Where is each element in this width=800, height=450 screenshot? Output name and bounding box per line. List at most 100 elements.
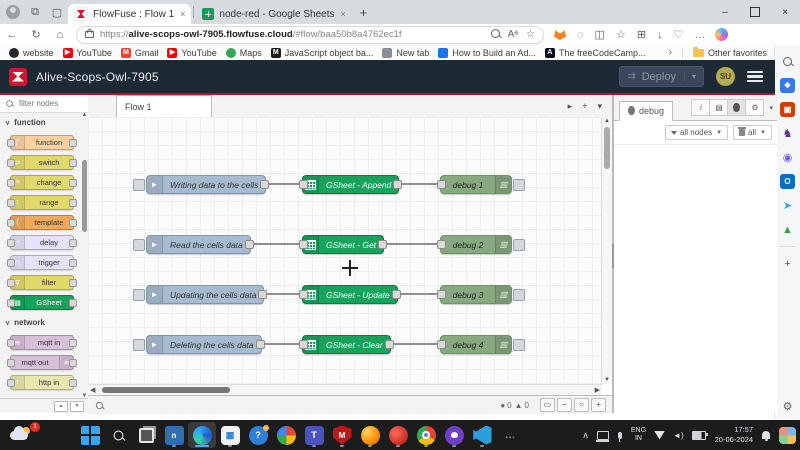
debug-clear-button[interactable]: all ▼ [733, 125, 772, 140]
palette-node-mqtt-in[interactable]: ≋mqtt in [10, 335, 74, 350]
toolbox-icon[interactable]: ▣ [780, 102, 795, 117]
scroll-up-icon[interactable]: ▲ [81, 112, 88, 118]
address-bar[interactable]: https://alive-scops-owl-7905.flowfuse.cl… [76, 26, 544, 44]
info-tab-icon[interactable]: i [691, 99, 710, 116]
designer-icon[interactable]: ◉ [780, 150, 795, 165]
volume-icon[interactable]: ◄) [673, 431, 684, 440]
tab-flowfuse[interactable]: FlowFuse : Flow 1 × [68, 4, 191, 24]
downloads-icon[interactable]: ↓ [657, 29, 663, 41]
scroll-right-icon[interactable]: ▶ [595, 386, 600, 394]
workspaces-icon[interactable]: ⧉ [24, 6, 46, 19]
palette-node-trigger[interactable]: ⊓trigger [10, 255, 74, 270]
output-port[interactable] [378, 240, 387, 249]
new-tab-button[interactable]: + [360, 5, 368, 20]
refresh-icon[interactable]: ↻ [24, 28, 48, 41]
minimize-button[interactable]: – [710, 0, 740, 24]
output-port[interactable] [260, 180, 269, 189]
palette-scrollbar[interactable]: ▲ ▼ [81, 112, 88, 399]
metamask-icon[interactable] [554, 29, 566, 40]
gsheet-node[interactable]: GSheet - Get [302, 235, 384, 254]
output-port[interactable] [258, 290, 267, 299]
input-port[interactable] [437, 180, 446, 189]
taskbar-start-icon[interactable] [76, 422, 104, 448]
inject-node[interactable]: ►Read the cells data [146, 235, 251, 254]
clock[interactable]: 17:5720-06-2024 [715, 425, 753, 445]
gsheet-node[interactable]: GSheet - Append [302, 175, 399, 194]
inject-node[interactable]: ►Deleting the cells data [146, 335, 262, 354]
shopping-icon[interactable]: ❖ [780, 78, 795, 93]
search-flows-icon[interactable] [96, 401, 103, 408]
output-port[interactable] [256, 340, 265, 349]
browser-profile-icon[interactable] [6, 5, 20, 19]
scroll-down-icon[interactable]: ▼ [602, 377, 612, 383]
language-indicator[interactable]: ENGIN [631, 427, 646, 443]
browser-essentials-icon[interactable]: ♡ [674, 28, 684, 41]
debug-toggle-button[interactable] [513, 239, 525, 251]
input-port[interactable] [299, 340, 308, 349]
debug-node[interactable]: debug 2▥ [440, 235, 512, 254]
debug-tab-icon[interactable] [727, 99, 746, 116]
user-avatar[interactable]: SU [716, 67, 735, 86]
gsheet-node[interactable]: GSheet - Clear [302, 335, 391, 354]
bookmark-item[interactable]: MGmail [121, 48, 159, 58]
deploy-button[interactable]: ⇉ Deploy ▾ [619, 66, 704, 87]
restore-button[interactable] [740, 0, 770, 24]
inject-button[interactable] [133, 289, 145, 301]
other-favorites[interactable]: Other favorites [682, 48, 767, 58]
main-menu-icon[interactable] [747, 68, 763, 85]
device-icon[interactable] [597, 431, 609, 440]
palette-node-range[interactable]: ↕range [10, 195, 74, 210]
input-port[interactable] [299, 290, 308, 299]
debug-node[interactable]: debug 4▥ [440, 335, 512, 354]
sidebar-resize-handle[interactable] [612, 243, 614, 269]
wifi-icon[interactable] [654, 431, 665, 440]
deploy-caret-icon[interactable]: ▾ [684, 72, 696, 81]
palette-category-function[interactable]: ∨function [0, 115, 88, 130]
debug-filter-button[interactable]: all nodes ▼ [665, 125, 728, 140]
taskbar-firefox-icon[interactable] [356, 422, 384, 448]
bookmark-item[interactable]: ▶YouTube [63, 48, 112, 58]
output-port[interactable] [393, 180, 402, 189]
taskbar-more-icon[interactable]: … [496, 422, 524, 448]
debug-toggle-button[interactable] [513, 289, 525, 301]
tab-close-icon[interactable]: × [340, 9, 345, 19]
lock-icon[interactable] [85, 31, 94, 38]
debug-node[interactable]: debug 1▥ [440, 175, 512, 194]
sidebar-menu-caret-icon[interactable]: ▾ [769, 104, 773, 112]
games-icon[interactable]: ♞ [780, 126, 795, 141]
inject-node[interactable]: ►Updating the cells data [146, 285, 264, 304]
debug-node[interactable]: debug 3▥ [440, 285, 512, 304]
palette-category-network[interactable]: ∨network [0, 315, 88, 330]
palette-node-http-in[interactable]: ↕http in [10, 375, 74, 390]
bookmark-item[interactable]: MJavaScript object ba... [271, 48, 374, 58]
palette-node-switch[interactable]: ⇄switch [10, 155, 74, 170]
copilot-icon[interactable] [715, 28, 728, 41]
input-port[interactable] [437, 240, 446, 249]
input-port[interactable] [437, 290, 446, 299]
input-port[interactable] [299, 180, 308, 189]
inject-button[interactable] [133, 339, 145, 351]
expand-categories-button[interactable]: ▼ [70, 401, 84, 412]
flow-tab[interactable]: Flow 1 [116, 95, 212, 117]
zoom-in-button[interactable]: + [591, 398, 606, 412]
config-tab-icon[interactable]: ⚙ [745, 99, 764, 116]
add-flow-button[interactable]: + [582, 101, 587, 111]
zoom-icon[interactable] [491, 29, 500, 41]
bookmark-item[interactable]: AThe freeCodeCamp... [545, 48, 646, 58]
palette-node-mqtt-out[interactable]: ≋mqtt out [10, 355, 74, 370]
messaging-icon[interactable]: ➤ [780, 198, 795, 213]
canvas-vertical-scrollbar[interactable]: ▲ ▼ [601, 117, 612, 384]
zoom-reset-button[interactable]: ○ [574, 398, 589, 412]
collapse-categories-button[interactable]: ▲ [54, 401, 68, 412]
flow-list-icon[interactable]: ▾ [597, 101, 602, 112]
favorite-star-icon[interactable]: ☆ [526, 29, 535, 40]
close-button[interactable]: × [770, 0, 800, 24]
debug-toggle-button[interactable] [513, 339, 525, 351]
microphone-icon[interactable] [618, 432, 622, 439]
taskbar-edge-icon[interactable] [188, 422, 216, 448]
debug-tab[interactable]: debug [619, 101, 673, 121]
palette-scroll-thumb[interactable] [82, 160, 87, 232]
output-port[interactable] [392, 290, 401, 299]
inject-node[interactable]: ►Writing data to the cells [146, 175, 266, 194]
read-aloud-icon[interactable]: Aᵃ [508, 29, 518, 40]
